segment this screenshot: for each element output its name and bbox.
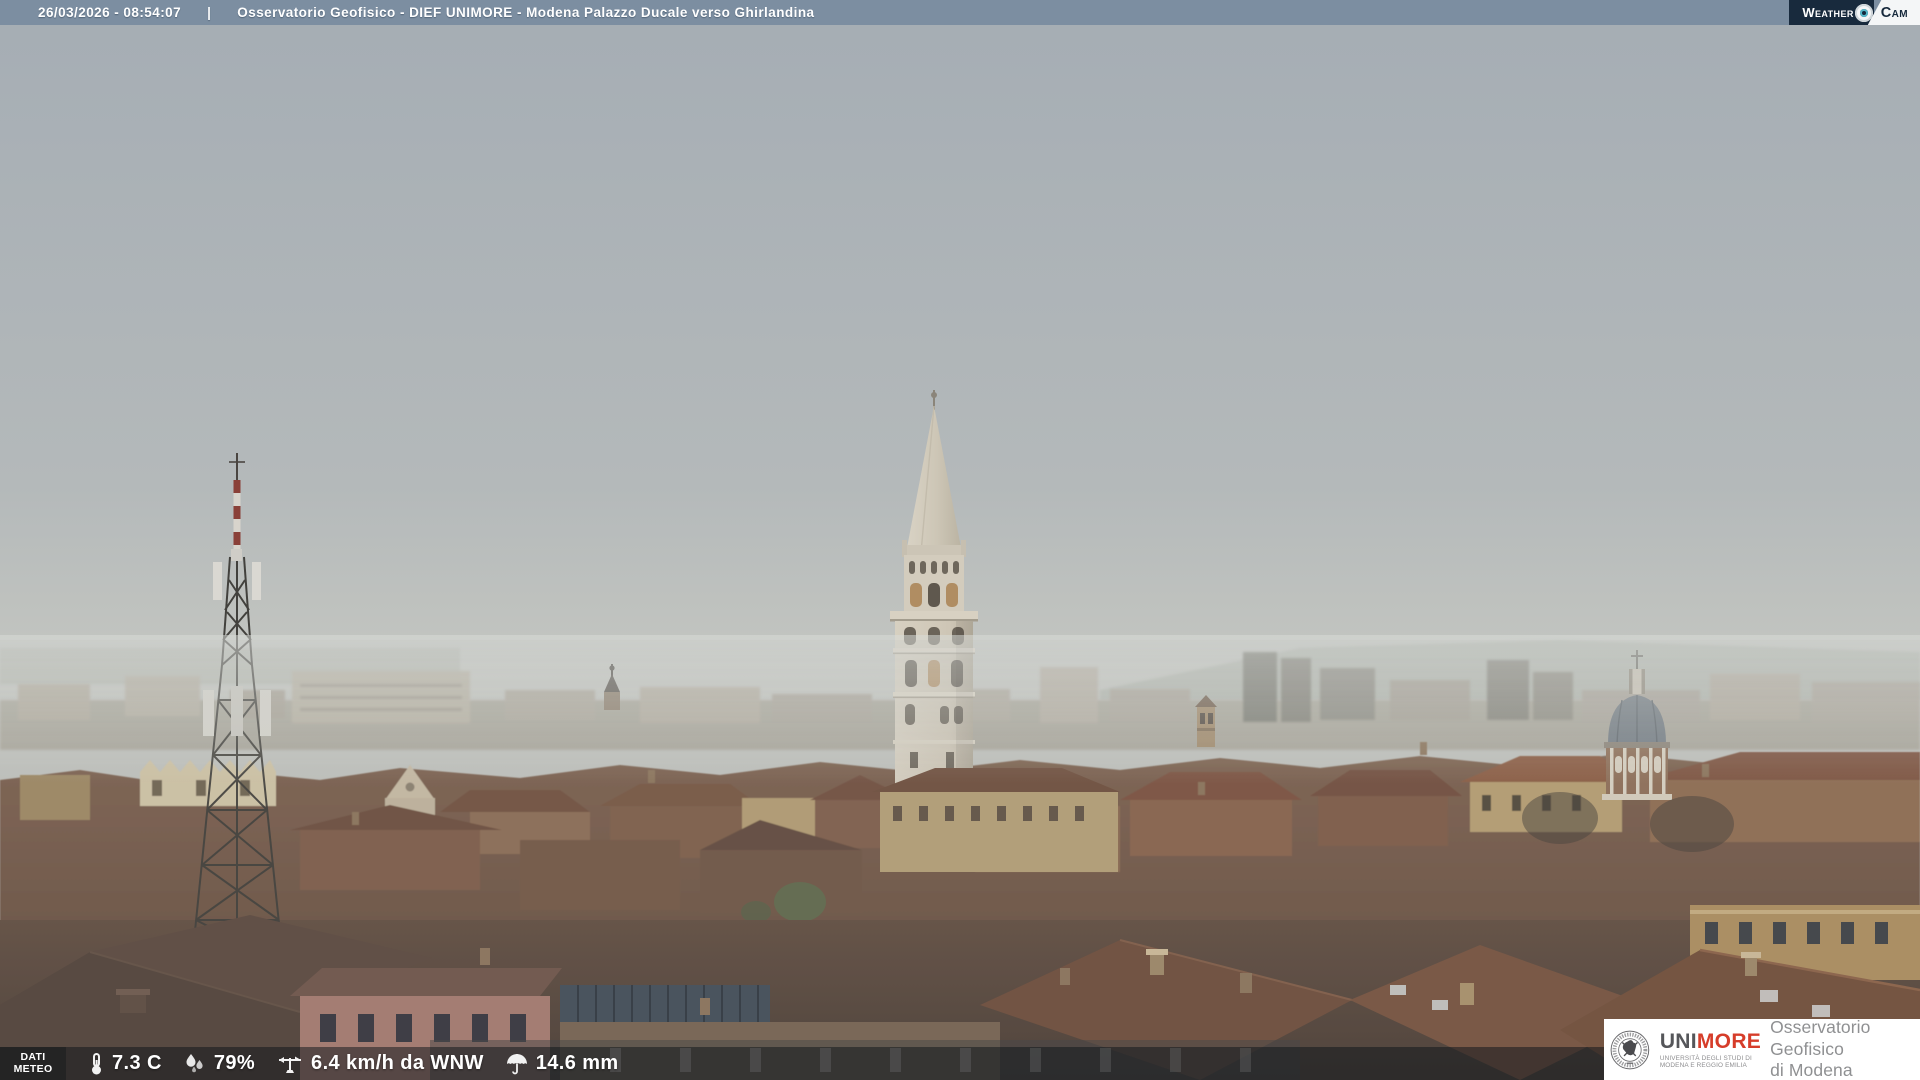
- modena-cityscape: [0, 0, 1920, 1080]
- mist-tint: [0, 640, 1920, 1080]
- weathercam-logo-cam: Cam: [1867, 0, 1920, 25]
- camera-lens-icon: [1855, 3, 1873, 22]
- thermometer-icon: [92, 1052, 101, 1074]
- wind-value: 6.4 km/h da WNW: [311, 1052, 484, 1074]
- rain-value: 14.6 mm: [535, 1052, 619, 1074]
- weathercam-logo[interactable]: Weather Cam: [1789, 0, 1920, 25]
- humidity-value: 79%: [213, 1052, 256, 1074]
- top-info-bar: 26/03/2026 - 08:54:07 | Osservatorio Geo…: [0, 0, 1920, 25]
- humidity-reading: 79%: [183, 1052, 255, 1076]
- datetime-label: 26/03/2026 - 08:54:07: [38, 5, 182, 20]
- unimore-seal-icon: [1610, 1030, 1650, 1069]
- camera-title: Osservatorio Geofisico - DIEF UNIMORE - …: [237, 5, 815, 20]
- humidity-icon: [186, 1053, 203, 1072]
- unimore-more: MORE: [1696, 1029, 1762, 1053]
- wind-reading: 6.4 km/h da WNW: [276, 1052, 484, 1076]
- umbrella-icon: [506, 1053, 527, 1074]
- unimore-brand-box[interactable]: UNIMORE UNIVERSITÀ DEGLI STUDI DI MODENA…: [1604, 1017, 1920, 1080]
- temperature-value: 7.3 C: [112, 1052, 162, 1074]
- temperature-reading: 7.3 C: [87, 1052, 162, 1076]
- university-name-line2: MODENA E REGGIO EMILIA: [1659, 1061, 1747, 1069]
- observatory-name: Osservatorio Geofisico di Modena: [1770, 1017, 1871, 1080]
- rain-reading: 14.6 mm: [505, 1052, 619, 1076]
- wind-vane-icon: [279, 1056, 302, 1073]
- separator: |: [207, 5, 212, 20]
- unimore-uni: UNI: [1659, 1029, 1697, 1053]
- unimore-wordmark: UNIMORE UNIVERSITÀ DEGLI STUDI DI MODENA…: [1660, 1031, 1761, 1069]
- webcam-frame: 26/03/2026 - 08:54:07 | Osservatorio Geo…: [0, 0, 1920, 1080]
- dati-meteo-label: DATI METEO: [0, 1047, 66, 1080]
- university-name-line1: UNIVERSITÀ DEGLI STUDI DI: [1659, 1054, 1752, 1062]
